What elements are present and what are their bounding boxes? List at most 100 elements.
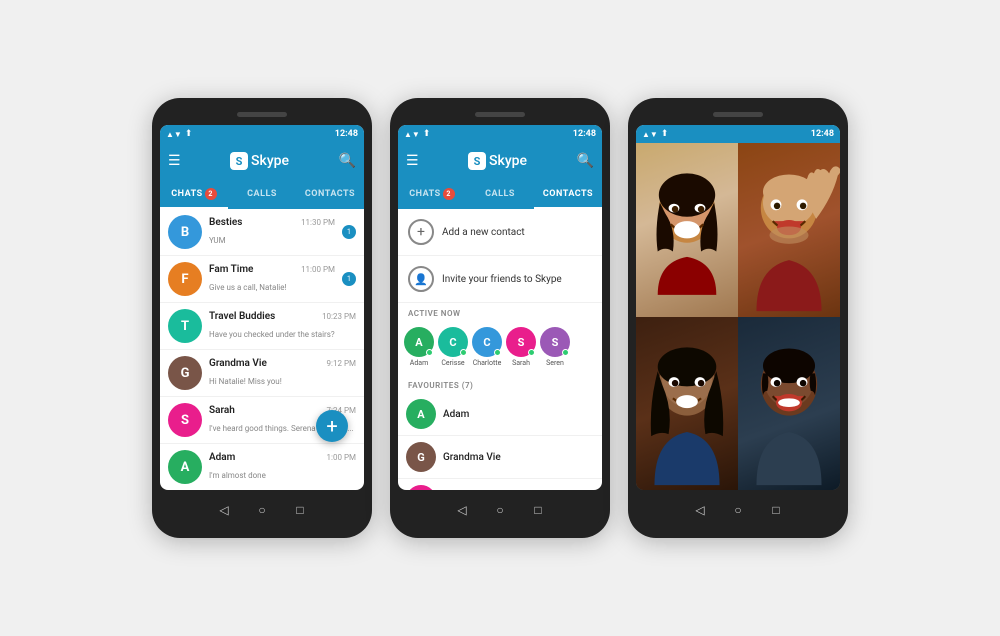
active-name-adam: Adam (410, 359, 428, 367)
avatar-fav-grandma: G (406, 442, 436, 472)
chat-name-famtime: Fam Time (209, 264, 253, 275)
chat-time-travel: 10:23 PM (322, 312, 356, 321)
online-dot-adam (426, 349, 433, 356)
phone-2: ▲▼ ⬆ 12:48 ☰ S Skype 🔍 CHATS 2 CALLS CON… (390, 98, 610, 538)
active-cerisse[interactable]: C Cerisse (438, 327, 468, 367)
fav-grandma[interactable]: G Grandma Vie (398, 436, 602, 479)
chat-item-besties[interactable]: B Besties 11:30 PM YUM 1 (160, 209, 364, 256)
chat-content-famtime: Fam Time 11:00 PM Give us a call, Natali… (209, 264, 335, 294)
tab-contacts-1[interactable]: CONTACTS (296, 179, 364, 209)
tab-calls-1[interactable]: CALLS (228, 179, 296, 209)
back-btn-1[interactable]: ◁ (216, 502, 232, 518)
chat-content-adam: Adam 1:00 PM I'm almost done (209, 452, 356, 482)
chat-time-grandma: 9:12 PM (327, 359, 356, 368)
chat-preview-famtime: Give us a call, Natalie! (209, 283, 287, 292)
chat-time-famtime: 11:00 PM (301, 265, 335, 274)
home-btn-1[interactable]: ○ (254, 502, 270, 518)
tab-chats-2[interactable]: CHATS 2 (398, 179, 466, 209)
search-icon-2[interactable]: 🔍 (577, 153, 594, 169)
chat-item-travel[interactable]: T Travel Buddies 10:23 PM Have you check… (160, 303, 364, 350)
tab-contacts-2[interactable]: CONTACTS (534, 179, 602, 209)
chat-list-1: B Besties 11:30 PM YUM 1 F Fam Time 11:0… (160, 209, 364, 490)
chat-name-grandma: Grandma Vie (209, 358, 267, 369)
active-charlotte[interactable]: C Charlotte (472, 327, 502, 367)
app-bar-2: ☰ S Skype 🔍 (398, 143, 602, 179)
skype-logo-2: S Skype (425, 152, 571, 170)
phone-speaker-2 (475, 112, 525, 117)
home-btn-3[interactable]: ○ (730, 502, 746, 518)
phone-1: ▲▼ ⬆ 12:48 ☰ S Skype 🔍 CHATS 2 CALLS CON… (152, 98, 372, 538)
tabs-1: CHATS 2 CALLS CONTACTS (160, 179, 364, 209)
status-bar-3: ▲▼ ⬆ 12:48 (636, 125, 840, 143)
online-dot-cerisse (460, 349, 467, 356)
add-contact-label: Add a new contact (442, 227, 525, 238)
signal-icon-2: ▲▼ (404, 130, 420, 139)
chat-name-sarah: Sarah (209, 405, 235, 416)
add-contact-action[interactable]: + Add a new contact (398, 209, 602, 256)
skype-s-icon-1: S (230, 152, 248, 170)
phone-nav-2: ◁ ○ □ (398, 496, 602, 524)
video-cell-botright (738, 317, 840, 491)
back-btn-2[interactable]: ◁ (454, 502, 470, 518)
chat-preview-besties: YUM (209, 236, 226, 245)
phone-screen-2: ▲▼ ⬆ 12:48 ☰ S Skype 🔍 CHATS 2 CALLS CON… (398, 125, 602, 490)
chat-item-famtime[interactable]: F Fam Time 11:00 PM Give us a call, Nata… (160, 256, 364, 303)
avatar-fav-adam: A (406, 399, 436, 429)
square-btn-2[interactable]: □ (530, 502, 546, 518)
fav-name-adam: Adam (443, 409, 469, 420)
chat-name-adam: Adam (209, 452, 235, 463)
tabs-2: CHATS 2 CALLS CONTACTS (398, 179, 602, 209)
chat-item-adam[interactable]: A Adam 1:00 PM I'm almost done (160, 444, 364, 490)
app-bar-1: ☰ S Skype 🔍 (160, 143, 364, 179)
fav-sarah[interactable]: S Sarah (398, 479, 602, 490)
avatar-sarah: S (168, 403, 202, 437)
active-seren[interactable]: S Seren (540, 327, 570, 367)
invite-friends-action[interactable]: 👤 Invite your friends to Skype (398, 256, 602, 303)
active-name-seren: Seren (546, 359, 564, 367)
active-name-charlotte: Charlotte (473, 359, 502, 367)
tab-chats-1[interactable]: CHATS 2 (160, 179, 228, 209)
fav-adam[interactable]: A Adam (398, 393, 602, 436)
status-bar-2: ▲▼ ⬆ 12:48 (398, 125, 602, 143)
square-btn-3[interactable]: □ (768, 502, 784, 518)
phone-nav-3: ◁ ○ □ (636, 496, 840, 524)
favourites-label: FAVOURITES (7) (398, 375, 602, 393)
fab-button-1[interactable]: + (316, 410, 348, 442)
active-adam[interactable]: A Adam (404, 327, 434, 367)
chat-name-besties: Besties (209, 217, 242, 228)
add-icon: + (408, 219, 434, 245)
time-3: 12:48 (811, 129, 834, 139)
wifi-icon-1: ⬆ (185, 129, 193, 139)
skype-title-2: Skype (489, 153, 527, 169)
tab-calls-2[interactable]: CALLS (466, 179, 534, 209)
wifi-icon-2: ⬆ (423, 129, 431, 139)
online-dot-seren (562, 349, 569, 356)
chat-content-besties: Besties 11:30 PM YUM (209, 217, 335, 247)
home-btn-2[interactable]: ○ (492, 502, 508, 518)
chats-badge-1: 2 (205, 188, 217, 200)
chat-time-adam: 1:00 PM (327, 453, 356, 462)
video-cell-topright (738, 143, 840, 317)
avatar-fav-sarah: S (406, 485, 436, 490)
square-btn-1[interactable]: □ (292, 502, 308, 518)
phone-nav-1: ◁ ○ □ (160, 496, 364, 524)
active-now-label: ACTIVE NOW (398, 303, 602, 321)
avatar-travel: T (168, 309, 202, 343)
online-dot-charlotte (494, 349, 501, 356)
avatar-adam: A (168, 450, 202, 484)
active-sarah[interactable]: S Sarah (506, 327, 536, 367)
chat-item-grandma[interactable]: G Grandma Vie 9:12 PM Hi Natalie! Miss y… (160, 350, 364, 397)
search-icon-1[interactable]: 🔍 (339, 153, 356, 169)
skype-s-icon-2: S (468, 152, 486, 170)
fav-name-grandma: Grandma Vie (443, 452, 501, 463)
active-name-cerisse: Cerisse (441, 359, 464, 367)
menu-icon-1[interactable]: ☰ (168, 153, 181, 169)
unread-besties: 1 (342, 225, 356, 239)
chat-preview-adam: I'm almost done (209, 471, 266, 480)
video-cell-botleft (636, 317, 738, 491)
video-call-screen (636, 143, 840, 490)
phone-3: ▲▼ ⬆ 12:48 (628, 98, 848, 538)
back-btn-3[interactable]: ◁ (692, 502, 708, 518)
menu-icon-2[interactable]: ☰ (406, 153, 419, 169)
avatar-grandma: G (168, 356, 202, 390)
